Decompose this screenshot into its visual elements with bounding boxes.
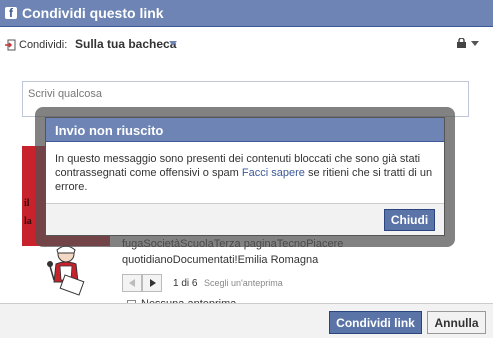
thumbnail-text-2: la xyxy=(24,216,32,227)
cancel-button[interactable]: Annulla xyxy=(427,311,486,334)
next-preview-button[interactable] xyxy=(142,274,162,292)
report-mistake-link[interactable]: Facci sapere xyxy=(242,167,305,179)
error-dialog-header: Invio non riuscito xyxy=(46,118,444,142)
error-dialog: Invio non riuscito In questo messaggio s… xyxy=(45,117,445,236)
error-dialog-footer: Chiudi xyxy=(46,203,444,235)
window-titlebar: f Condividi questo link xyxy=(0,0,493,27)
thumbnail-text-1: il xyxy=(24,198,30,209)
lock-icon[interactable] xyxy=(457,38,466,48)
window-title: Condividi questo link xyxy=(22,5,164,21)
preview-counter: 1 di 6 xyxy=(173,278,198,289)
share-row: Condividi: Sulla tua bacheca xyxy=(0,27,493,63)
facebook-logo-icon: f xyxy=(5,6,17,20)
privacy-dropdown-chevron-icon[interactable] xyxy=(471,41,479,46)
cartoon-character-illustration xyxy=(47,245,85,296)
previous-preview-button[interactable] xyxy=(122,274,142,292)
share-link-button[interactable]: Condividi link xyxy=(329,311,422,334)
close-button[interactable]: Chiudi xyxy=(384,209,435,231)
chevron-down-icon[interactable] xyxy=(169,41,177,46)
error-dialog-message: In questo messaggio sono presenti dei co… xyxy=(55,152,439,194)
share-target-dropdown[interactable]: Sulla tua bacheca xyxy=(75,37,176,51)
share-arrow-icon xyxy=(5,39,16,51)
error-dialog-title: Invio non riuscito xyxy=(55,123,164,138)
preview-pager xyxy=(122,274,162,292)
message-input-placeholder: Scrivi qualcosa xyxy=(28,88,102,100)
preview-hint: Scegli un'anteprima xyxy=(204,278,283,288)
share-label: Condividi: xyxy=(19,39,68,51)
